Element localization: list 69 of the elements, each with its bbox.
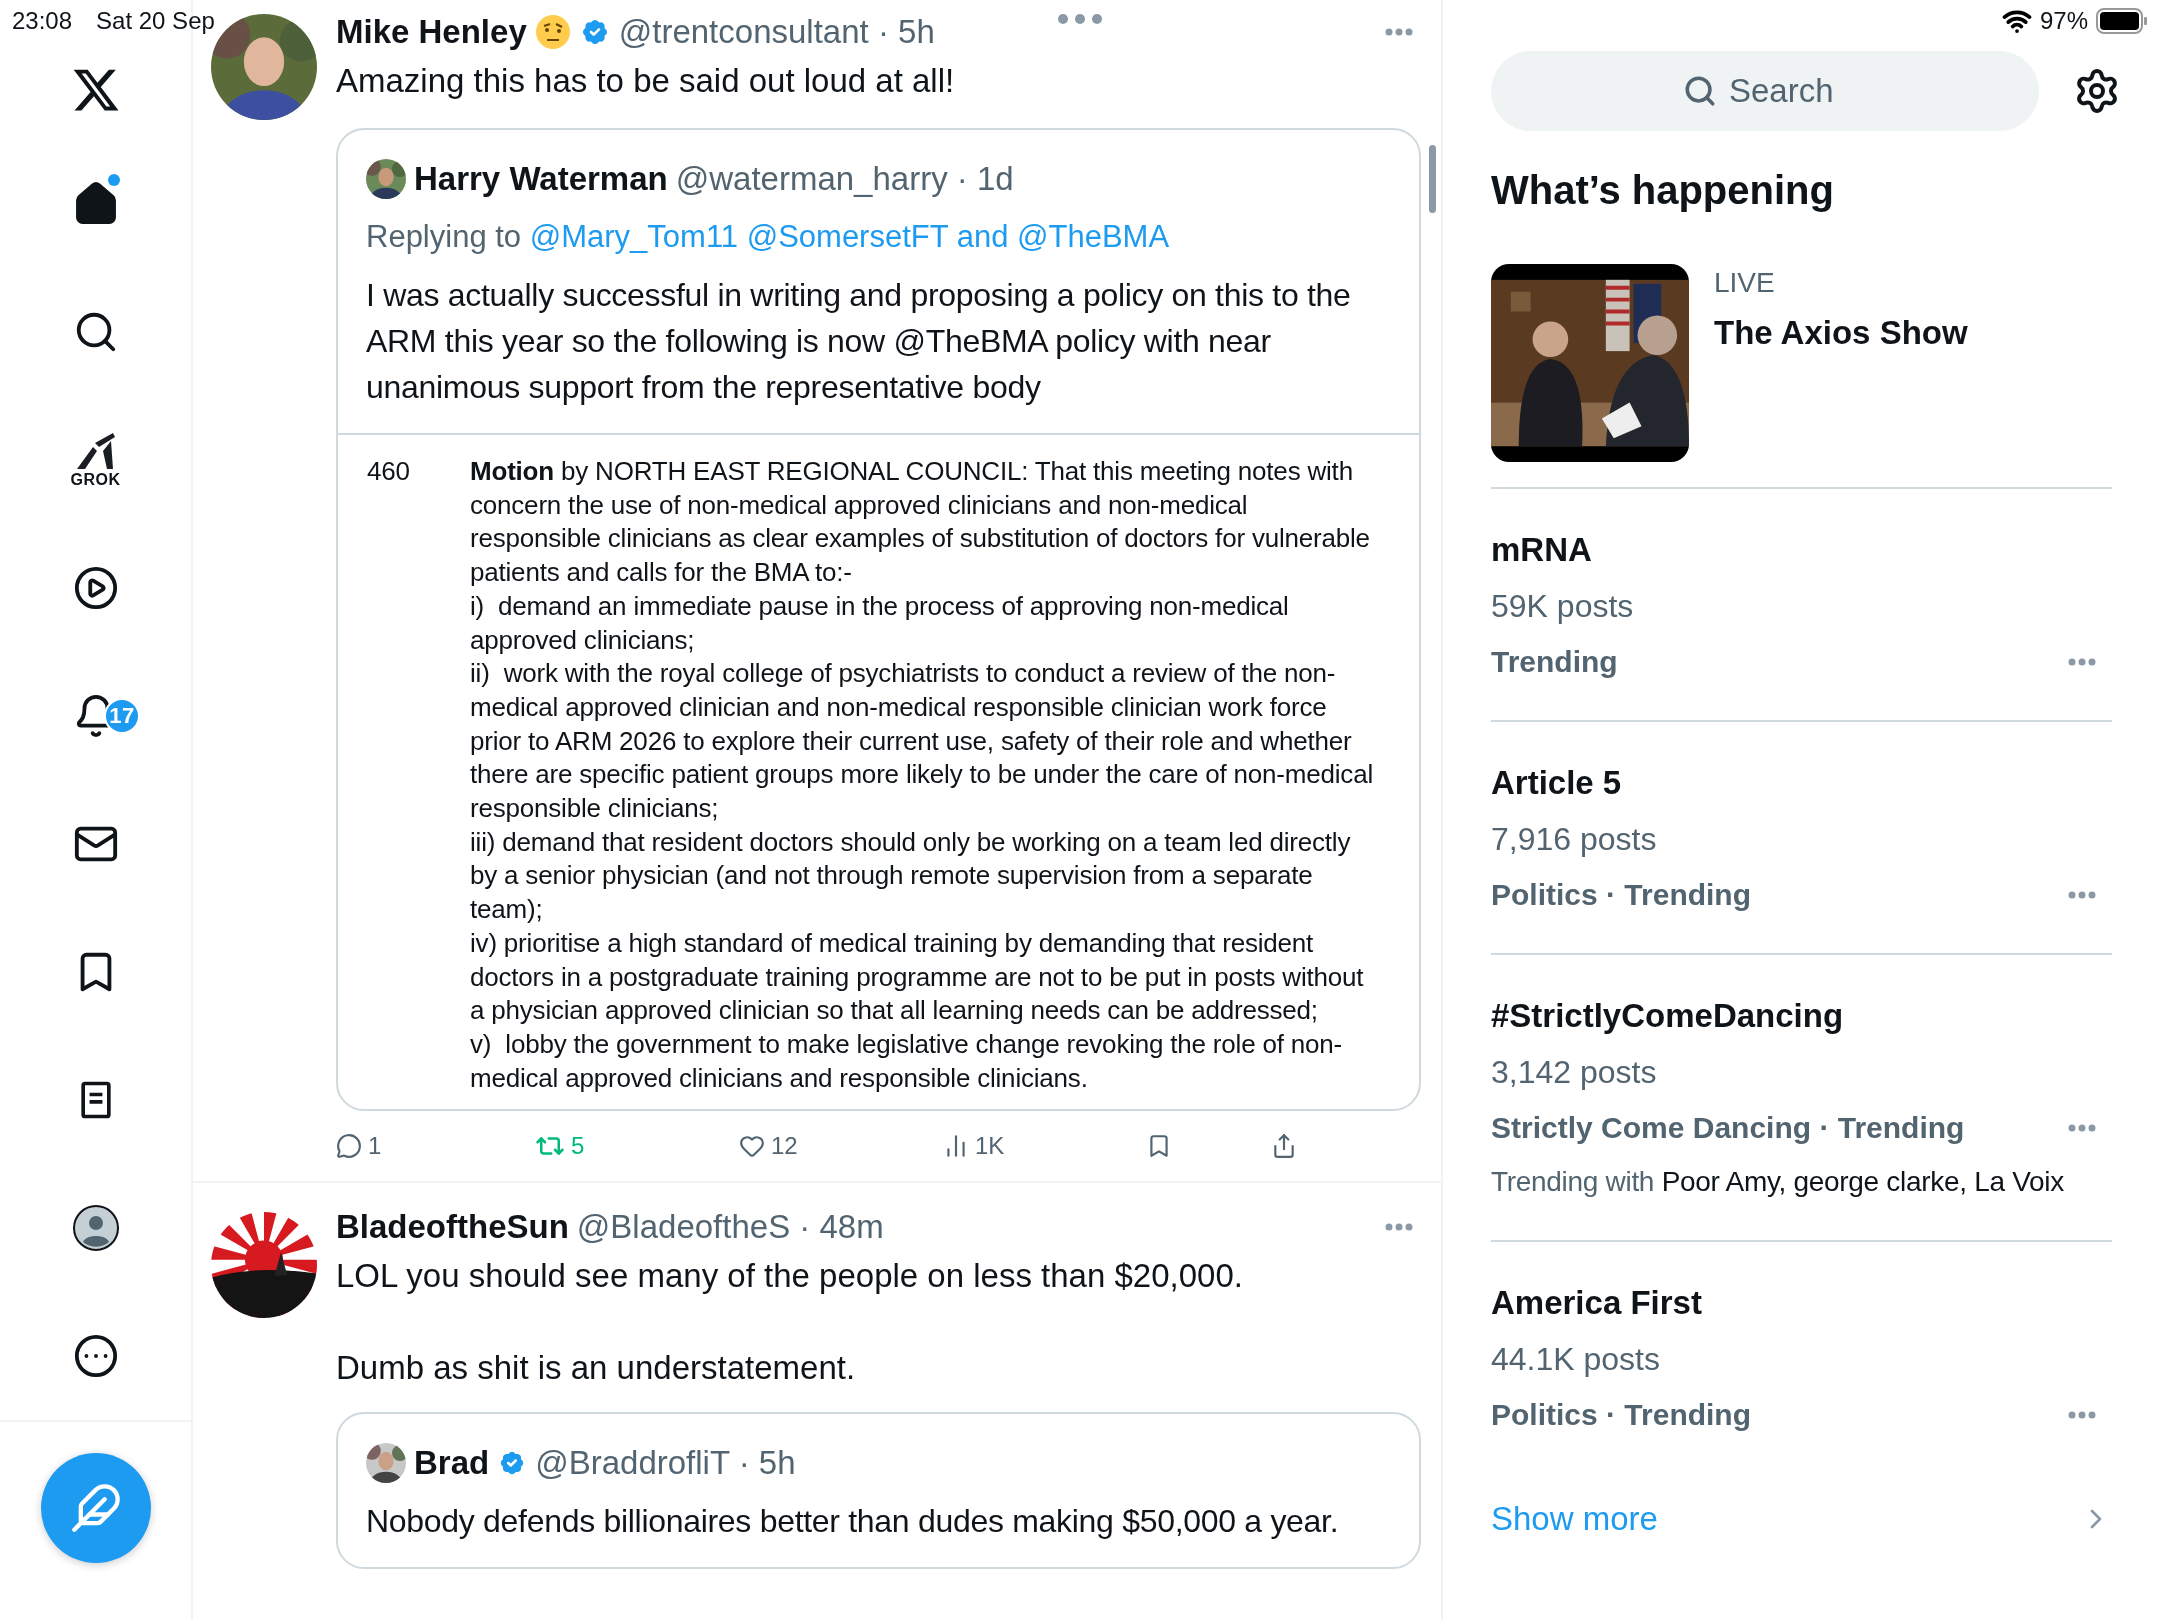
- more-options-button[interactable]: [2068, 1411, 2096, 1419]
- share-icon: [1271, 1133, 1297, 1160]
- author-handle: @trentconsultant · 5h: [618, 13, 935, 51]
- more-options-button[interactable]: [1385, 1223, 1413, 1232]
- motion-text: ii) work with the royal college of psychiatrists to conduct a review of the non-medical approved clinician and non-medical responsible clinician work force prior to ARM 2026 to explore their current use, safety of their role and whether there are specific patient groups more likely to be under the care of non-medical responsible clinicians;: [470, 657, 1374, 826]
- trend-context: Strictly Come Dancing · Trending: [1491, 1111, 1965, 1145]
- author-name: Brad: [414, 1444, 490, 1483]
- tweet-text: LOL you should see many of the people on less than $20,000.: [336, 1256, 1244, 1297]
- quoted-tweet-card[interactable]: Brad @BraddrofliT · 5h Nobody defends billionaires better than dudes making $50,000 a year.: [336, 1412, 1421, 1570]
- trend-title[interactable]: mRNA: [1491, 527, 2112, 573]
- trend-context: Politics · Trending: [1491, 1398, 1752, 1432]
- author-handle: @waterman_harry · 1d: [675, 160, 1014, 198]
- trend-title[interactable]: #StrictlyComeDancing: [1491, 993, 2112, 1039]
- motion-text: iv) prioritise a high standard of medical training by demanding that resident doctors in a postgraduate training programme are not to be put in posts without a physician approved clinician so that all learning needs can be addressed;: [470, 926, 1365, 1028]
- search-field[interactable]: Search: [1727, 71, 1847, 111]
- notification-badge: 17: [104, 698, 140, 734]
- author-name: Harry Waterman: [414, 160, 668, 198]
- more-options-button[interactable]: [2068, 658, 2096, 666]
- author-handle: @BladeoftheS · 48m: [576, 1208, 884, 1247]
- compose-button[interactable]: [40, 1453, 151, 1563]
- section-heading: What’s happening: [1491, 167, 1835, 214]
- trend-post-count: 7,916 posts: [1491, 820, 1658, 859]
- like-button[interactable]: 12: [739, 1132, 798, 1161]
- more-options-button[interactable]: [2068, 891, 2096, 899]
- status-time: 23:08: [12, 6, 73, 36]
- trend-post-count: 44.1K posts: [1491, 1340, 1661, 1379]
- trend-context: Trending: [1491, 645, 1618, 679]
- motion-text: i) demand an immediate pause in the process of approving non-medical approved clinicians;: [470, 589, 1290, 657]
- more-options-button[interactable]: [1385, 28, 1413, 36]
- replying-to-text: Replying to @Mary_Tom11 @SomersetFT and @TheBMA: [366, 218, 1171, 256]
- more-icon: [2068, 891, 2096, 899]
- more-icon: [1385, 1223, 1413, 1232]
- multitasking-dots-icon: [1056, 12, 1104, 26]
- battery-icon: [2096, 8, 2148, 34]
- scroll-indicator: [1429, 145, 1436, 213]
- author-name[interactable]: Mike Henley: [336, 13, 527, 51]
- like-icon: [739, 1133, 765, 1160]
- grok-nav-button[interactable]: GROK: [0, 396, 191, 524]
- author-handle: @BraddrofliT · 5h: [535, 1444, 796, 1483]
- tweet-text: Nobody defends billionaires better than dudes making $50,000 a year.: [366, 1502, 1340, 1542]
- reply-icon: [336, 1133, 362, 1160]
- more-icon: [1385, 28, 1413, 36]
- share-button[interactable]: [1271, 1133, 1297, 1160]
- tweet-text: Dumb as shit is an understatement.: [336, 1348, 857, 1389]
- tweet-text: I was actually successful in writing and proposing a policy on this to the ARM this year so the following is now @TheBMA policy with near unanimous support from the representative body: [366, 276, 1352, 407]
- trend-title[interactable]: America First: [1491, 1280, 2112, 1326]
- trend-post-count: 59K posts: [1491, 587, 1635, 626]
- search-icon: [1683, 74, 1717, 108]
- motion-text: iii) demand that resident doctors should only be working on a team led directly by a senior physician (and not through remote supervision from a separate team);: [470, 825, 1352, 927]
- more-options-button[interactable]: [2068, 1124, 2096, 1132]
- more-icon: [2068, 1411, 2096, 1419]
- motion-text: v) lobby the government to make legislative change revoking the role of non-medical approved clinicians and responsible clinicians.: [470, 1027, 1343, 1095]
- feather-plus-icon: [69, 1482, 122, 1534]
- views-button[interactable]: 1K: [943, 1132, 1005, 1161]
- quoted-tweet-card[interactable]: [336, 128, 1421, 1112]
- trend-post-count: 3,142 posts: [1491, 1053, 1658, 1092]
- live-title[interactable]: The Axios Show: [1714, 310, 1968, 356]
- live-label: LIVE: [1714, 266, 1776, 300]
- more-icon: [2068, 658, 2096, 666]
- more-icon: [2068, 1124, 2096, 1132]
- status-date: Sat 20 Sep: [96, 6, 215, 36]
- trend-title[interactable]: Article 5: [1491, 760, 2112, 806]
- trend-context: Politics · Trending: [1491, 878, 1752, 912]
- reply-button[interactable]: 1: [336, 1132, 382, 1161]
- author-name[interactable]: BladeoftheSun: [336, 1208, 569, 1247]
- battery-percent: 97%: [2039, 6, 2088, 36]
- tweet-text: Amazing this has to be said out loud at all!: [336, 61, 956, 101]
- trending-with-text: Trending with Poor Amy, george clarke, La Voix: [1491, 1165, 2065, 1199]
- motion-number: 460: [367, 455, 411, 488]
